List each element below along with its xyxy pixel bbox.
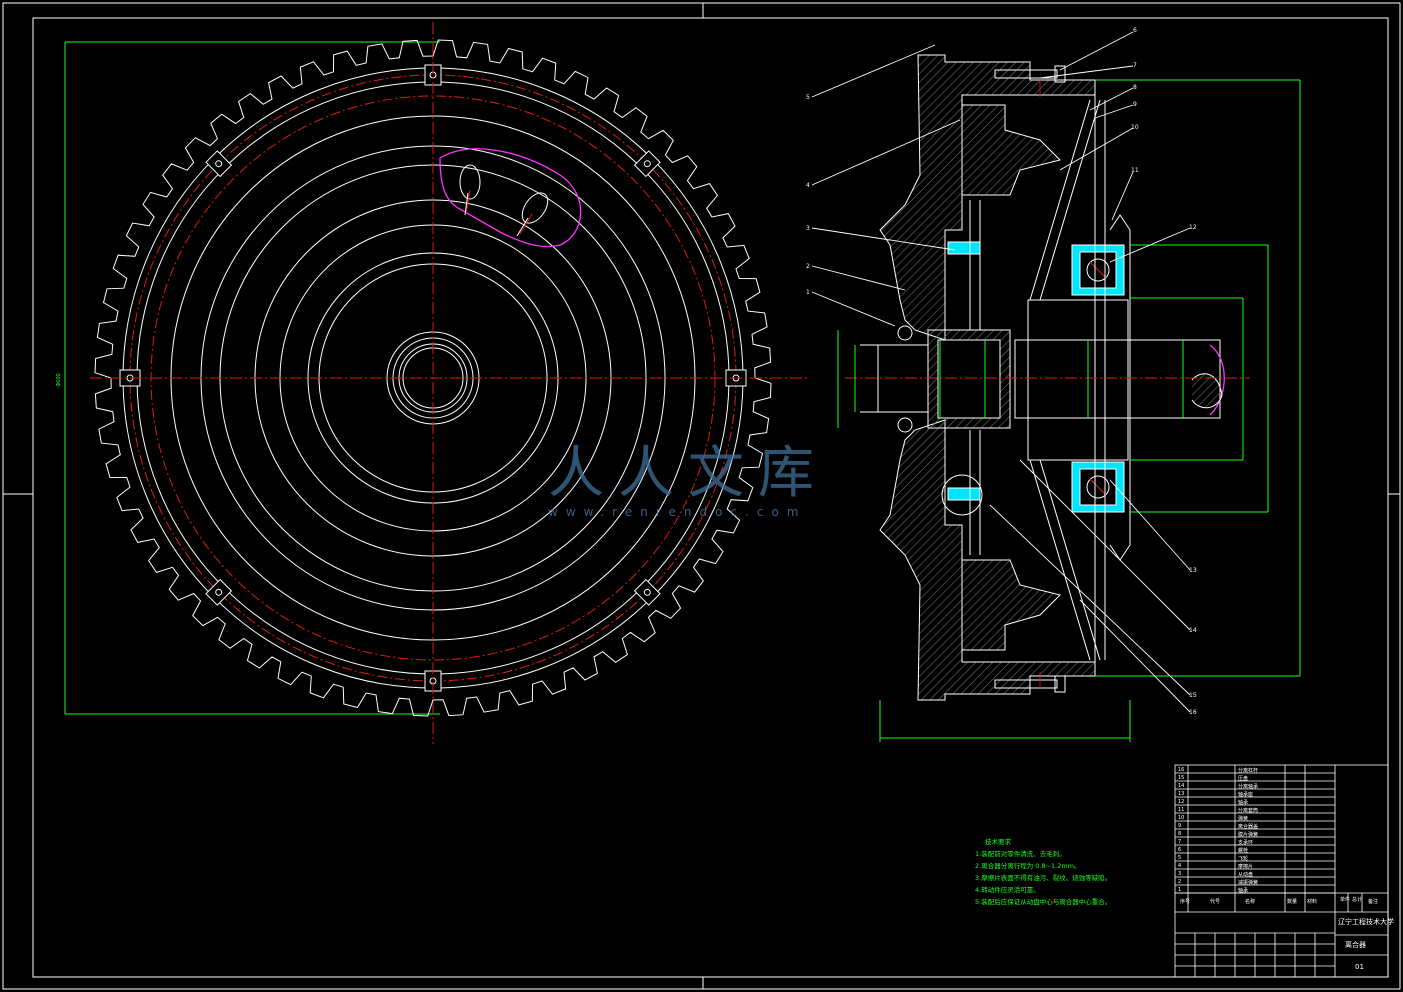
note-item: 3.摩擦片表面不得有油污、裂纹、烧蚀等缺陷。: [975, 874, 1112, 882]
section-view: 5 4 3 2 1 6 7 8 9 10 11 12 13 14 15 16: [806, 27, 1301, 742]
parts-list-cell-name: 从动盘: [1238, 872, 1254, 878]
drawing-title: 离合器: [1345, 941, 1366, 949]
parts-list-cell-name: 轴承座: [1238, 792, 1254, 798]
header-single: 单件: [1340, 897, 1351, 903]
callout-10: 10: [1131, 124, 1139, 131]
parts-list-cell-name: 支承环: [1238, 840, 1254, 846]
parts-list-cell-no: 10: [1178, 815, 1185, 821]
parts-list-cell-name: 离合器盖: [1238, 824, 1259, 830]
parts-list-cell-no: 16: [1178, 767, 1185, 773]
parts-list-cell-name: 分离杠杆: [1238, 768, 1259, 774]
break-outline: [439, 148, 582, 248]
parts-list-cell-no: 15: [1178, 775, 1185, 781]
pressure-plate-upper: [961, 104, 1061, 196]
callout-2: 2: [806, 263, 810, 270]
callout-3: 3: [806, 225, 810, 232]
front-view: Φ600: [56, 22, 808, 744]
parts-list-cell-name: 减振弹簧: [1238, 880, 1259, 886]
parts-list-cell-name: 弹簧: [1238, 816, 1249, 822]
shaft: [1014, 339, 1221, 419]
header-qty: 数量: [1287, 899, 1298, 905]
parts-list-cell-no: 6: [1178, 847, 1182, 853]
parts-list-cell-no: 5: [1178, 855, 1182, 861]
callout-16: 16: [1189, 709, 1197, 716]
header-material: 材料: [1307, 899, 1318, 905]
parts-list-cell-name: 轴承: [1238, 800, 1249, 806]
notes-title: 技术要求: [985, 838, 1011, 846]
parts-list-cell-name: 轴承: [1238, 888, 1249, 894]
callout-7: 7: [1133, 62, 1137, 69]
school-name: 辽宁工程技术大学: [1338, 918, 1394, 926]
callout-11: 11: [1131, 167, 1139, 174]
watermark-text: 人人文库: [548, 441, 828, 506]
technical-requirements: 技术要求 1.装配前对零件清洗、去毛刺。 2.离合器分离行程为 0.8~1.2m…: [975, 836, 1111, 908]
note-item: 4.转动件应灵活可靠。: [975, 886, 1040, 894]
parts-list-cell-no: 9: [1178, 823, 1182, 829]
parts-list-cell-name: 膜片弹簧: [1238, 832, 1259, 838]
callout-12: 12: [1189, 224, 1197, 231]
parts-list-cell-name: 分离轴承: [1238, 784, 1259, 790]
parts-list-cell-name: 螺栓: [1238, 848, 1249, 854]
parts-list-cell-name: 分离套筒: [1238, 808, 1259, 814]
parts-list-cell-no: 12: [1178, 799, 1185, 805]
front-height-dim: Φ600: [56, 373, 62, 386]
callout-14: 14: [1189, 627, 1197, 634]
callout-4: 4: [806, 182, 810, 189]
parts-list-cell-no: 4: [1178, 863, 1182, 869]
parts-list-cell-name: 压盘: [1238, 776, 1249, 782]
callout-8: 8: [1133, 84, 1137, 91]
parts-list-cell-no: 11: [1178, 807, 1185, 813]
note-item: 1.装配前对零件清洗、去毛刺。: [975, 850, 1066, 858]
callout-5: 5: [806, 94, 810, 101]
drawing-number: 01: [1355, 963, 1364, 971]
parts-list-cell-no: 14: [1178, 783, 1185, 789]
header-no: 序号: [1180, 899, 1191, 905]
parts-list-cell-no: 7: [1178, 839, 1182, 845]
flywheel-section: [879, 54, 1096, 341]
callout-13: 13: [1189, 567, 1197, 574]
parts-list-cell-no: 3: [1178, 871, 1182, 877]
watermark: 人人文库 www.renrendoc.com: [548, 428, 828, 519]
header-code: 代号: [1210, 899, 1221, 905]
pressure-plate-lower: [961, 559, 1061, 651]
note-item: 5.装配后应保证从动盘中心与离合器中心重合。: [975, 898, 1112, 906]
callout-1: 1: [806, 289, 810, 296]
parts-list-cell-name: 摩擦片: [1238, 864, 1254, 870]
callout-9: 9: [1133, 101, 1137, 108]
parts-list-cell-name: 飞轮: [1238, 856, 1249, 862]
note-item: 2.离合器分离行程为 0.8~1.2mm。: [975, 862, 1081, 870]
parts-list-cell-no: 8: [1178, 831, 1182, 837]
callout-6: 6: [1133, 27, 1137, 34]
header-remark: 备注: [1368, 899, 1379, 905]
parts-list-cell-no: 1: [1178, 887, 1182, 893]
header-total: 总计: [1352, 897, 1363, 903]
parts-list-cell-no: 13: [1178, 791, 1185, 797]
header-name: 名称: [1245, 899, 1256, 905]
callout-15: 15: [1189, 692, 1197, 699]
bearing-upper: [1071, 244, 1125, 296]
parts-list-cell-no: 2: [1178, 879, 1182, 885]
watermark-url: www.renrendoc.com: [548, 505, 807, 519]
